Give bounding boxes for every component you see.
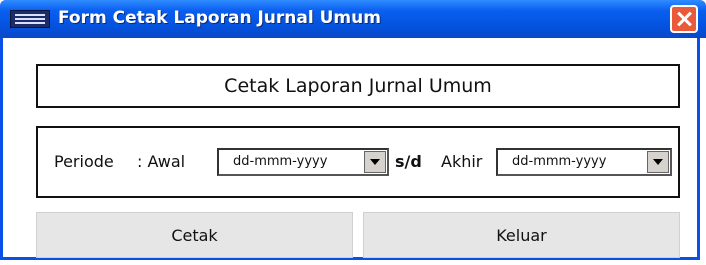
report-header: Cetak Laporan Jurnal Umum [36, 64, 680, 108]
form-icon [10, 10, 50, 28]
keluar-label: Keluar [496, 225, 547, 245]
cetak-button[interactable]: Cetak [36, 212, 353, 258]
report-title: Cetak Laporan Jurnal Umum [224, 75, 492, 97]
period-group: Periode : Awal dd-mmm-yyyy s/d Akhir dd-… [36, 126, 680, 198]
period-label: Periode [54, 152, 114, 171]
chevron-down-icon[interactable] [647, 151, 669, 173]
separator-label: s/d [395, 152, 422, 171]
awal-label: : Awal [137, 152, 186, 171]
close-button[interactable] [670, 5, 698, 33]
akhir-date-value: dd-mmm-yyyy [512, 154, 607, 169]
window-title: Form Cetak Laporan Jurnal Umum [58, 8, 381, 28]
akhir-label: Akhir [441, 152, 483, 171]
awal-date-combo[interactable]: dd-mmm-yyyy [217, 148, 389, 176]
cetak-label: Cetak [171, 225, 218, 245]
akhir-date-combo[interactable]: dd-mmm-yyyy [496, 148, 672, 176]
keluar-button[interactable]: Keluar [363, 212, 680, 258]
form-window: Form Cetak Laporan Jurnal Umum Cetak Lap… [0, 0, 706, 260]
title-bar[interactable]: Form Cetak Laporan Jurnal Umum [0, 0, 706, 38]
chevron-down-icon[interactable] [364, 151, 386, 173]
awal-date-value: dd-mmm-yyyy [233, 154, 328, 169]
